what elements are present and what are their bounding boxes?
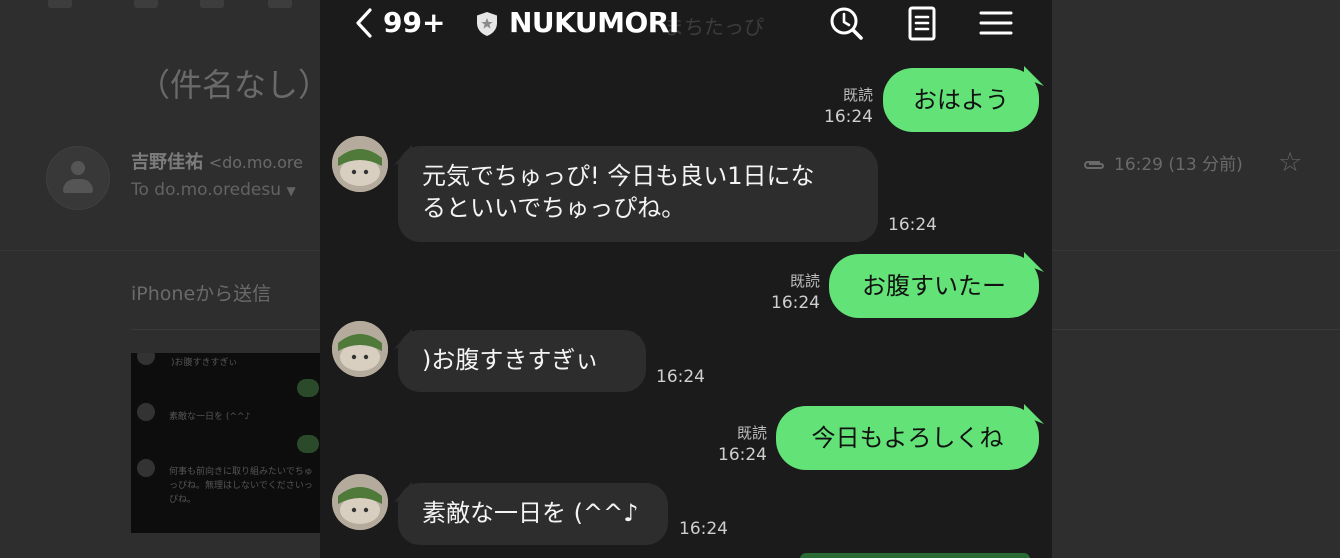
- message-meta: 既読 16:24: [718, 422, 767, 466]
- outgoing-message-bubble[interactable]: お腹すいたー: [829, 254, 1039, 318]
- thumb-text: 素敵な一日を (^^♪: [169, 412, 251, 422]
- message-time: 16:24: [771, 293, 820, 313]
- email-sender[interactable]: 吉野佳祐 <do.mo.ore: [131, 148, 303, 174]
- menu-icon[interactable]: [977, 3, 1015, 43]
- message-text-line: 元気でちゅっぴ! 今日も良い1日にな: [422, 162, 815, 190]
- report-icon[interactable]: [200, 0, 224, 8]
- read-receipt: 既読: [789, 272, 820, 290]
- shield-icon: [477, 12, 497, 36]
- message-time: 16:24: [824, 107, 873, 127]
- mascot-avatar[interactable]: [332, 136, 388, 192]
- sender-address: <do.mo.ore: [208, 153, 303, 172]
- thumb-bubble: [297, 435, 319, 453]
- partial-outgoing-bubble: [800, 553, 1030, 558]
- chat-screen: まちたっぴ 99+ NUKUMORI 既読 16:24 おはよう 元気でちゅっぴ…: [320, 0, 1052, 558]
- message-time: 16:24: [718, 445, 767, 465]
- thumb-avatar: [137, 353, 155, 365]
- email-subject: （件名なし）: [138, 66, 331, 104]
- mascot-avatar-icon: [332, 321, 388, 377]
- chat-header: まちたっぴ 99+ NUKUMORI: [320, 0, 1052, 46]
- star-icon[interactable]: ☆: [1278, 147, 1302, 178]
- mascot-avatar-icon: [332, 136, 388, 192]
- read-receipt: 既読: [842, 86, 873, 104]
- email-recipient[interactable]: To do.mo.oredesu ▼: [131, 180, 296, 200]
- incoming-message-bubble[interactable]: 素敵な一日を (^^♪: [398, 483, 668, 545]
- message-text-line: るといいでちゅっぴね。: [422, 194, 686, 222]
- mascot-avatar[interactable]: [332, 474, 388, 530]
- back-chevron-icon[interactable]: [352, 7, 376, 39]
- incoming-message-bubble[interactable]: 元気でちゅっぴ! 今日も良い1日にな るといいでちゅっぴね。: [398, 146, 878, 242]
- outgoing-message-bubble[interactable]: 今日もよろしくね: [776, 406, 1039, 470]
- delete-icon[interactable]: [268, 0, 292, 8]
- message-text-line: )お腹すきすぎぃ: [422, 346, 599, 374]
- thumb-bubble: [297, 379, 319, 397]
- email-time: 16:29 (13 分前): [1080, 150, 1243, 175]
- message-text-line: 素敵な一日を (^^♪: [422, 499, 639, 527]
- attachment-thumbnail[interactable]: )お腹すきすぎぃ 素敵な一日を (^^♪ 何事も前向きに取り組みたいでちゅっぴね…: [131, 353, 321, 533]
- message-text: お腹すいたー: [862, 272, 1006, 300]
- message-time: 16:24: [888, 215, 937, 235]
- back-arrow-icon[interactable]: [48, 0, 72, 8]
- thumb-text: )お腹すきすぎぃ: [171, 358, 238, 368]
- message-time: 16:24: [679, 519, 728, 539]
- incoming-message-bubble[interactable]: )お腹すきすぎぃ: [398, 330, 646, 392]
- message-time: 16:24: [656, 367, 705, 387]
- outgoing-message-bubble[interactable]: おはよう: [883, 68, 1039, 132]
- message-meta: 既読 16:24: [824, 84, 873, 128]
- ghost-title: まちたっぴ: [664, 15, 764, 39]
- recipient-text: To do.mo.oredesu: [131, 180, 282, 200]
- sender-avatar-icon: [46, 146, 110, 210]
- message-text: おはよう: [913, 86, 1009, 114]
- read-receipt: 既読: [736, 424, 767, 442]
- chevron-down-icon[interactable]: ▼: [286, 184, 295, 198]
- attachment-icon: [1084, 161, 1104, 169]
- sender-name: 吉野佳祐: [131, 152, 203, 173]
- email-time-text: 16:29 (13 分前): [1114, 155, 1243, 175]
- thumb-avatar: [137, 403, 155, 421]
- search-icon[interactable]: [828, 3, 866, 43]
- room-name: NUKUMORI: [509, 6, 679, 39]
- message-text: 今日もよろしくね: [811, 424, 1004, 452]
- email-body: iPhoneから送信: [131, 283, 272, 305]
- mascot-avatar-icon: [332, 474, 388, 530]
- message-meta: 既読 16:24: [771, 270, 820, 314]
- unread-count[interactable]: 99+: [383, 6, 445, 39]
- thumb-text: 何事も前向きに取り組みたいでちゅっぴね。無理はしないでくださいっぴね。: [169, 467, 313, 505]
- thumb-avatar: [137, 459, 155, 477]
- mascot-avatar[interactable]: [332, 321, 388, 377]
- notes-icon[interactable]: [903, 3, 941, 43]
- archive-icon[interactable]: [134, 0, 158, 8]
